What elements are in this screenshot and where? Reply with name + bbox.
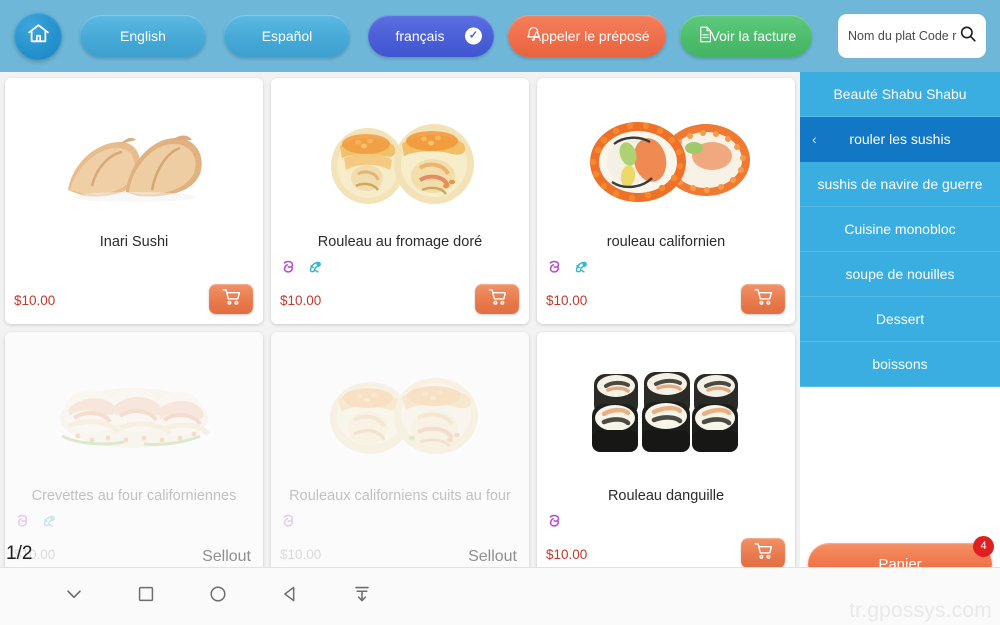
shrimp-tag-icon — [280, 512, 297, 534]
shrimp-tag-icon — [546, 258, 563, 280]
add-to-cart-button[interactable] — [741, 538, 785, 568]
menu-item-card[interactable]: Rouleau au fromage doré $10.00 — [271, 78, 529, 324]
chevron-down-icon — [63, 583, 85, 610]
add-to-cart-button[interactable] — [475, 284, 519, 314]
item-image-baked-california-rolls — [271, 338, 529, 486]
sidebar-item-label: rouler les sushis — [849, 131, 951, 147]
sidebar-item-dessert[interactable]: Dessert — [800, 297, 1000, 342]
shrimp-tag-icon — [14, 512, 31, 534]
square-icon — [135, 583, 157, 610]
view-bill-button[interactable]: Voir la facture — [679, 15, 813, 57]
sidebar-item-sushis-de-navire-de-guerre[interactable]: sushis de navire de guerre — [800, 162, 1000, 207]
shrimp-tag-icon — [546, 512, 563, 534]
item-tags — [280, 512, 297, 534]
home-icon — [26, 21, 51, 51]
sidebar-item-cuisine-monobloc[interactable]: Cuisine monobloc — [800, 207, 1000, 252]
circle-icon — [207, 583, 229, 610]
nav-back-button[interactable] — [254, 583, 326, 610]
shrimp-tag-icon — [280, 258, 297, 280]
check-icon: ✓ — [465, 27, 482, 45]
item-title: Crevettes au four californiennes — [31, 488, 237, 504]
item-title: Rouleau danguille — [607, 488, 725, 504]
back-triangle-icon — [279, 583, 301, 610]
sidebar-item-label: Cuisine monobloc — [844, 221, 956, 237]
item-tags — [280, 258, 324, 280]
item-price: $10.00 — [14, 293, 56, 308]
item-price: $10.00 — [546, 547, 588, 562]
chevron-left-icon: ‹ — [812, 131, 817, 147]
home-button[interactable] — [14, 12, 62, 60]
search-box[interactable] — [838, 14, 986, 58]
category-sidebar: Beauté Shabu Shabu ‹ rouler les sushis s… — [800, 72, 1000, 585]
menu-item-card[interactable]: Rouleau danguille $10.00 — [537, 332, 795, 578]
item-tags — [546, 258, 590, 280]
language-label: Español — [261, 28, 313, 44]
item-image-california-roll — [537, 84, 795, 232]
system-navigation-bar — [0, 567, 1000, 625]
item-title: rouleau californien — [606, 234, 726, 250]
menu-item-card[interactable]: rouleau californien $10.00 — [537, 78, 795, 324]
nav-download-button[interactable] — [326, 583, 398, 610]
cart-icon — [753, 540, 774, 566]
menu-item-card[interactable]: Inari Sushi $10.00 — [5, 78, 263, 324]
sidebar-item-beaute-shabu-shabu[interactable]: Beauté Shabu Shabu — [800, 72, 1000, 117]
menu-grid-panel: Inari Sushi $10.00 Rouleau au fromage do… — [0, 72, 800, 578]
sidebar-item-soupe-de-nouilles[interactable]: soupe de nouilles — [800, 252, 1000, 297]
pos-kiosk-screen: English Español français ✓ Appeler le pr… — [0, 0, 1000, 625]
item-image-baked-california-shrimp — [5, 338, 263, 486]
add-to-cart-button[interactable] — [209, 284, 253, 314]
nav-recents-button[interactable] — [110, 583, 182, 610]
top-toolbar: English Español français ✓ Appeler le pr… — [0, 0, 1000, 72]
item-image-inari-sushi — [5, 84, 263, 232]
language-button-espanol[interactable]: Español — [224, 15, 350, 57]
language-label: English — [120, 28, 166, 44]
item-title: Inari Sushi — [99, 234, 169, 250]
cart-icon — [753, 286, 774, 312]
menu-item-card[interactable]: Rouleaux californiens cuits au four $10.… — [271, 332, 529, 578]
language-button-english[interactable]: English — [80, 15, 206, 57]
cart-count-badge: 4 — [973, 536, 994, 557]
sold-out-badge: Sellout — [468, 548, 517, 565]
item-image-golden-cheese-roll — [271, 84, 529, 232]
sidebar-item-label: boissons — [872, 356, 928, 372]
item-price: $10.00 — [546, 293, 588, 308]
fish-tag-icon — [573, 258, 590, 280]
cart-icon — [221, 286, 242, 312]
menu-item-card[interactable]: Crevettes au four californiennes $10.00 … — [5, 332, 263, 578]
item-title: Rouleau au fromage doré — [317, 234, 483, 250]
menu-grid: Inari Sushi $10.00 Rouleau au fromage do… — [5, 78, 795, 578]
item-tags — [14, 512, 58, 534]
item-price: $10.00 — [280, 547, 322, 562]
nav-collapse-button[interactable] — [38, 583, 110, 610]
item-image-eel-roll — [537, 338, 795, 486]
item-price: $10.00 — [280, 293, 322, 308]
fish-tag-icon — [307, 258, 324, 280]
sidebar-item-label: Beauté Shabu Shabu — [833, 86, 967, 102]
sold-out-badge: Sellout — [202, 548, 251, 565]
language-button-francais[interactable]: français ✓ — [368, 15, 494, 57]
nav-home-button[interactable] — [182, 583, 254, 610]
view-bill-label: Voir la facture — [710, 28, 797, 44]
download-icon — [351, 583, 373, 610]
sidebar-item-boissons[interactable]: boissons — [800, 342, 1000, 387]
item-tags — [546, 512, 563, 534]
cart-icon — [487, 286, 508, 312]
sidebar-item-label: sushis de navire de guerre — [817, 176, 983, 192]
page-indicator: 1/2 — [6, 543, 33, 564]
language-label: français — [395, 28, 445, 44]
item-title: Rouleaux californiens cuits au four — [289, 488, 511, 504]
sidebar-item-rouler-les-sushis[interactable]: ‹ rouler les sushis — [800, 117, 1000, 162]
fish-tag-icon — [41, 512, 58, 534]
call-staff-label: Appeler le préposé — [532, 28, 650, 44]
search-input[interactable] — [848, 29, 958, 43]
add-to-cart-button[interactable] — [741, 284, 785, 314]
sidebar-item-label: soupe de nouilles — [845, 266, 955, 282]
call-staff-button[interactable]: Appeler le préposé — [508, 15, 666, 57]
sidebar-item-label: Dessert — [875, 311, 925, 327]
search-icon[interactable] — [958, 24, 978, 49]
